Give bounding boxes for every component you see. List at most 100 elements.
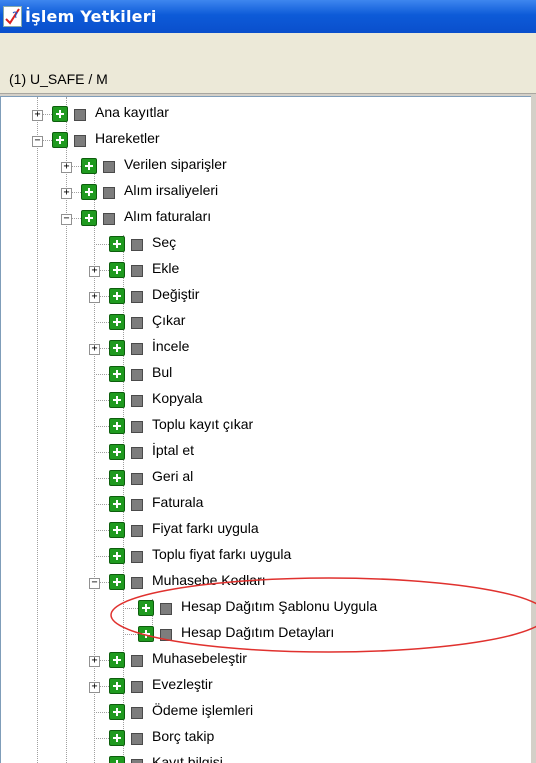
tree-item[interactable]: İptal et [1,442,531,468]
tree-connector [94,374,109,375]
plus-icon[interactable] [109,392,125,408]
tree-connector [94,400,109,401]
plus-icon[interactable] [109,574,125,590]
plus-icon[interactable] [109,262,125,278]
tree-connector [94,556,109,557]
tree-item[interactable]: + Evezleştir [1,676,531,702]
plus-icon[interactable] [138,600,154,616]
tree-item[interactable]: Hesap Dağıtım Detayları [1,624,531,650]
square-icon[interactable] [131,421,143,433]
tree-item[interactable]: + Verilen siparişler [1,156,531,182]
plus-icon[interactable] [109,236,125,252]
square-icon[interactable] [131,551,143,563]
square-icon[interactable] [131,291,143,303]
square-icon[interactable] [131,265,143,277]
plus-icon[interactable] [81,158,97,174]
plus-icon[interactable] [81,210,97,226]
square-icon[interactable] [131,733,143,745]
tree-item[interactable]: + Alım irsaliyeleri [1,182,531,208]
square-icon[interactable] [160,603,172,615]
tree-item[interactable]: Seç [1,234,531,260]
app-icon [3,6,22,27]
plus-icon[interactable] [109,730,125,746]
tree-item-label: İptal et [152,442,195,458]
expand-icon[interactable]: + [89,656,100,667]
expand-icon[interactable]: + [89,344,100,355]
tree-item[interactable]: + İncele [1,338,531,364]
plus-icon[interactable] [52,106,68,122]
square-icon[interactable] [74,135,86,147]
collapse-icon[interactable]: − [61,214,72,225]
tree-item-label: Hesap Dağıtım Şablonu Uygula [181,598,378,614]
square-icon[interactable] [131,707,143,719]
plus-icon[interactable] [109,678,125,694]
tree-item[interactable]: Geri al [1,468,531,494]
plus-icon[interactable] [109,366,125,382]
tree-item[interactable]: − Hareketler [1,130,531,156]
square-icon[interactable] [131,759,143,763]
tree-item[interactable]: Toplu fiyat farkı uygula [1,546,531,572]
plus-icon[interactable] [109,704,125,720]
square-icon[interactable] [131,499,143,511]
plus-icon[interactable] [109,548,125,564]
plus-icon[interactable] [109,314,125,330]
square-icon[interactable] [131,525,143,537]
tree-item[interactable]: + Ana kayıtlar [1,104,531,130]
permissions-tree[interactable]: + Ana kayıtlar − Hareketler + Verilen sipariş… [0,96,531,763]
plus-icon[interactable] [109,652,125,668]
square-icon[interactable] [74,109,86,121]
collapse-icon[interactable]: − [32,136,43,147]
plus-icon[interactable] [109,522,125,538]
plus-icon[interactable] [52,132,68,148]
plus-icon[interactable] [109,340,125,356]
plus-icon[interactable] [109,418,125,434]
square-icon[interactable] [103,161,115,173]
tree-connector [94,478,109,479]
tree-item[interactable]: − Alım faturaları [1,208,531,234]
square-icon[interactable] [131,343,143,355]
expand-icon[interactable]: + [61,162,72,173]
tree-connector [123,634,138,635]
square-icon[interactable] [103,213,115,225]
tree-item-label: Verilen siparişler [124,156,227,172]
tree-item[interactable]: + Değiştir [1,286,531,312]
square-icon[interactable] [103,187,115,199]
tree-item[interactable]: Çıkar [1,312,531,338]
plus-icon[interactable] [109,444,125,460]
tree-item-label: Değiştir [152,286,200,302]
expand-icon[interactable]: + [89,682,100,693]
tree-item[interactable]: + Ekle [1,260,531,286]
expand-icon[interactable]: + [89,292,100,303]
plus-icon[interactable] [138,626,154,642]
tree-item[interactable]: Toplu kayıt çıkar [1,416,531,442]
expand-icon[interactable]: + [89,266,100,277]
plus-icon[interactable] [109,470,125,486]
plus-icon[interactable] [109,288,125,304]
tree-item-label: Alım irsaliyeleri [124,182,219,198]
plus-icon[interactable] [109,496,125,512]
expand-icon[interactable]: + [61,188,72,199]
square-icon[interactable] [131,473,143,485]
tree-item[interactable]: + Muhasebeleştir [1,650,531,676]
tree-item[interactable]: Faturala [1,494,531,520]
square-icon[interactable] [131,681,143,693]
square-icon[interactable] [131,577,143,589]
plus-icon[interactable] [81,184,97,200]
tree-item[interactable]: Bul [1,364,531,390]
tree-item[interactable]: Hesap Dağıtım Şablonu Uygula [1,598,531,624]
square-icon[interactable] [131,369,143,381]
tree-item-label: Çıkar [152,312,186,328]
tree-item[interactable]: Kopyala [1,390,531,416]
square-icon[interactable] [131,655,143,667]
square-icon[interactable] [131,317,143,329]
collapse-icon[interactable]: − [89,578,100,589]
square-icon[interactable] [131,395,143,407]
square-icon[interactable] [160,629,172,641]
expand-icon[interactable]: + [32,110,43,121]
tree-item[interactable]: − Muhasebe Kodları [1,572,531,598]
tree-item[interactable]: Fiyat farkı uygula [1,520,531,546]
square-icon[interactable] [131,239,143,251]
square-icon[interactable] [131,447,143,459]
tree-item[interactable]: Borç takip [1,728,531,754]
tree-item[interactable]: Ödeme işlemleri [1,702,531,728]
